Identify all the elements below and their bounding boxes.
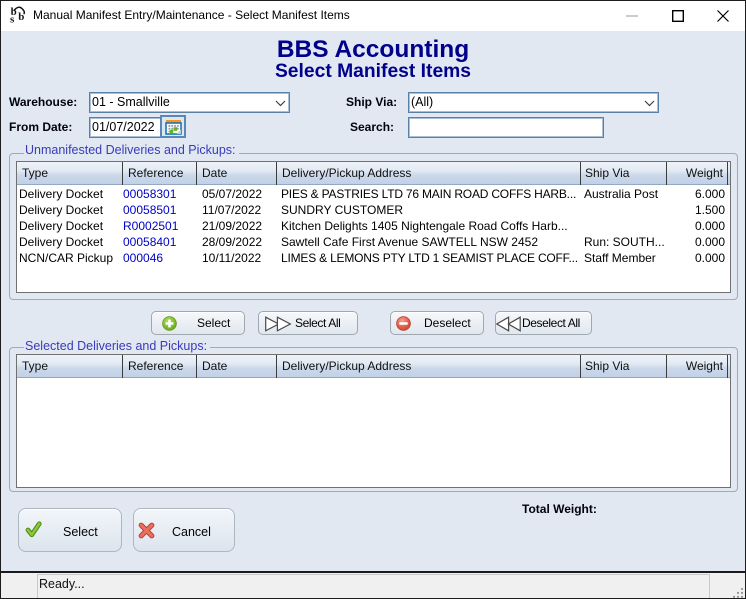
svg-text:b: b bbox=[18, 11, 24, 23]
svg-text:s: s bbox=[10, 14, 15, 26]
